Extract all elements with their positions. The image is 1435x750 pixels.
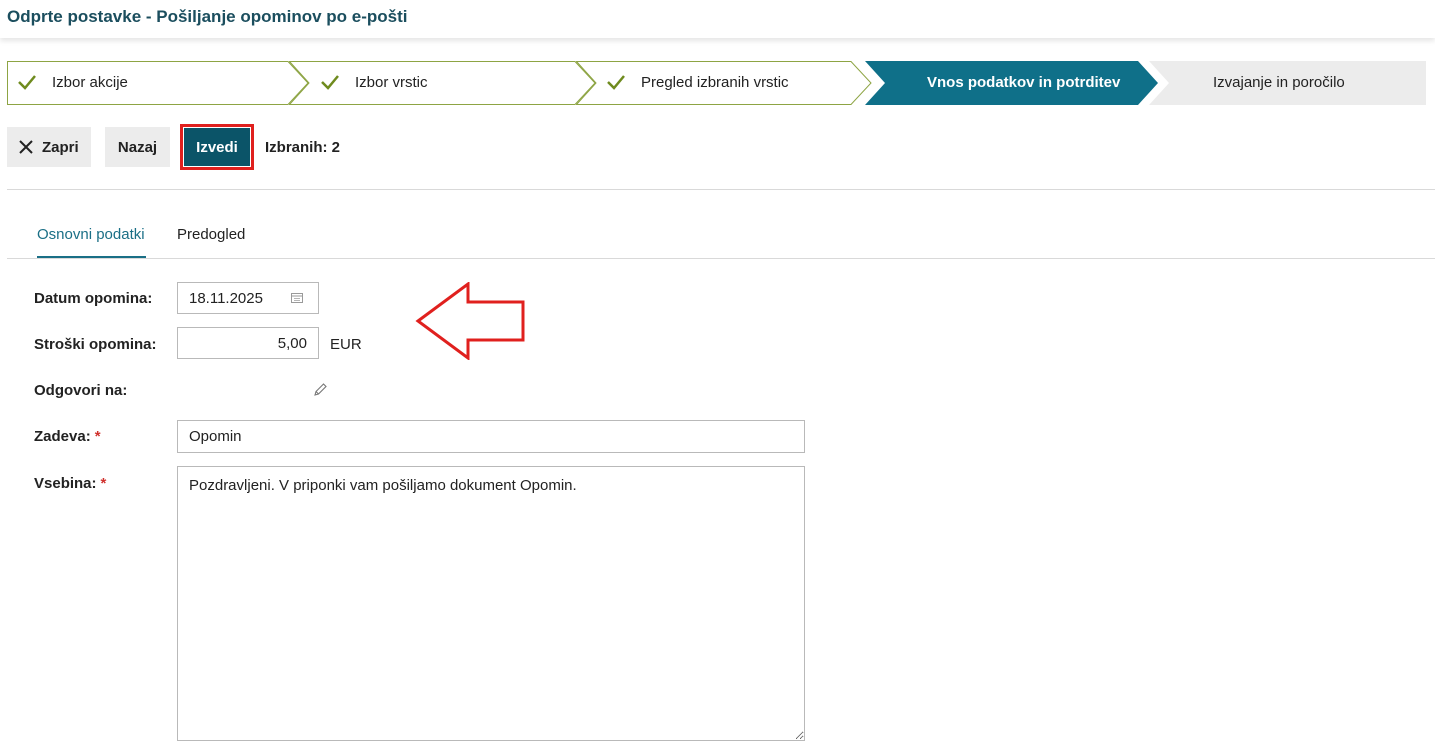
close-button[interactable]: Zapri [7, 127, 91, 167]
tab-basic-data[interactable]: Osnovni podatki [37, 226, 145, 243]
wizard-step-label: Izbor akcije [52, 74, 128, 91]
check-icon [321, 75, 339, 90]
run-button[interactable]: Izvedi [184, 128, 250, 166]
reply-to-label: Odgovori na: [34, 382, 128, 399]
check-icon [18, 75, 36, 90]
body-label-text: Vsebina: [34, 475, 97, 492]
run-button-label: Izvedi [196, 138, 238, 156]
close-icon [18, 139, 34, 155]
selected-count: Izbranih: 2 [265, 139, 341, 156]
wizard-steps: Izbor akcije Izbor vrstic Pregled izbran… [0, 61, 1435, 105]
tabs-divider [7, 258, 1435, 259]
wizard-step-1[interactable]: Izbor akcije [7, 61, 309, 105]
subject-field[interactable] [177, 420, 805, 453]
currency-label: EUR [330, 336, 362, 353]
wizard-step-label: Izbor vrstic [355, 74, 428, 91]
check-icon [607, 75, 625, 90]
subject-label: Zadeva: * [34, 428, 101, 445]
wizard-step-4[interactable]: Vnos podatkov in potrditev [865, 61, 1159, 105]
toolbar-divider [7, 189, 1435, 190]
wizard-step-label: Izvajanje in poročilo [1213, 74, 1345, 91]
date-label: Datum opomina: [34, 290, 153, 307]
page-header: Odprte postavke - Pošiljanje opominov po… [0, 0, 1435, 38]
cost-label: Stroški opomina: [34, 336, 157, 353]
wizard-step-2[interactable]: Izbor vrstic [289, 61, 596, 105]
back-button-label: Nazaj [117, 138, 158, 156]
tab-preview[interactable]: Predogled [177, 226, 245, 243]
page-title: Odprte postavke - Pošiljanje opominov po… [7, 7, 408, 26]
wizard-step-3[interactable]: Pregled izbranih vrstic [576, 61, 872, 105]
close-button-label: Zapri [42, 138, 79, 156]
subject-label-text: Zadeva: [34, 428, 91, 445]
wizard-step-label: Vnos podatkov in potrditev [927, 74, 1121, 91]
calendar-icon[interactable] [291, 292, 303, 303]
cost-field[interactable] [177, 327, 319, 359]
wizard-step-5[interactable]: Izvajanje in poročilo [1149, 61, 1426, 105]
wizard-step-label: Pregled izbranih vrstic [641, 74, 789, 91]
back-button[interactable]: Nazaj [105, 127, 170, 167]
required-mark: * [100, 475, 107, 492]
pencil-icon[interactable] [312, 382, 328, 398]
body-field[interactable]: Pozdravljeni. V priponki vam pošiljamo d… [177, 466, 805, 741]
arrow-annotation [415, 282, 525, 360]
required-mark: * [94, 428, 101, 445]
body-label: Vsebina: * [34, 475, 106, 492]
